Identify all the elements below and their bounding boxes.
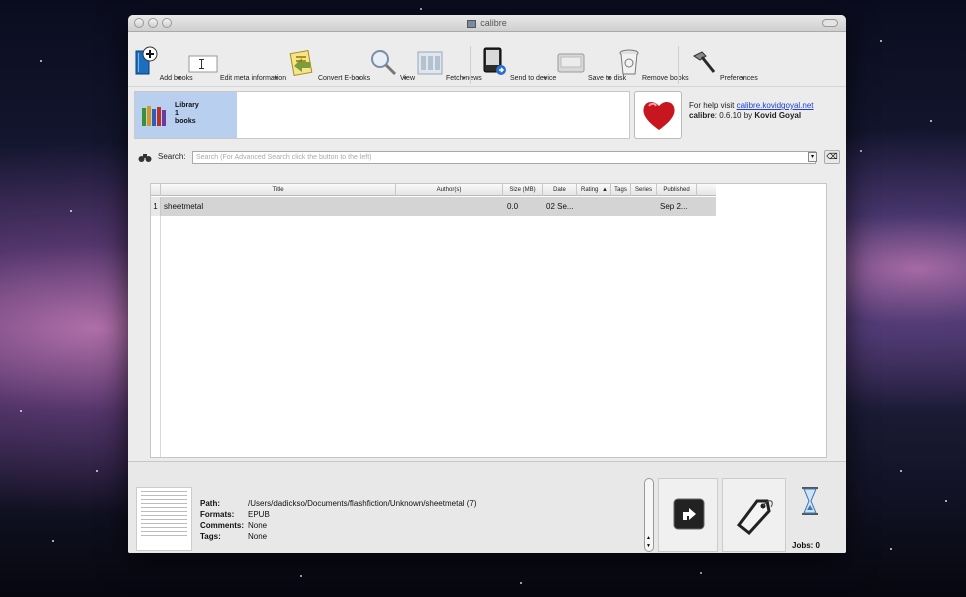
zoom-window-button[interactable] bbox=[162, 18, 172, 28]
library-view: Library 1 books bbox=[134, 91, 630, 139]
row-number: 1 bbox=[151, 197, 161, 216]
calibre-window: calibre Add books ▼ Edit meta informatio… bbox=[128, 15, 846, 553]
help-text: For help visit calibre.kovidgoyal.net ca… bbox=[689, 101, 814, 120]
text-cursor-icon bbox=[188, 55, 218, 73]
convert-dropdown[interactable]: ▼ bbox=[356, 76, 362, 82]
ebook-reader-icon bbox=[483, 47, 506, 75]
fetch-news-dropdown[interactable]: ▼ bbox=[461, 76, 467, 82]
tag-icon bbox=[736, 499, 773, 535]
cell-title: sheetmetal bbox=[164, 202, 204, 211]
cell-series bbox=[633, 197, 657, 216]
search-bar: Search: Search (For Advanced Search clic… bbox=[136, 150, 840, 165]
save-to-disk-button[interactable]: Save to disk bbox=[556, 48, 626, 82]
view-dropdown[interactable]: ▼ bbox=[402, 76, 408, 82]
magnifier-icon bbox=[371, 50, 397, 76]
details-scrollbar[interactable]: ▲ ▼ bbox=[644, 478, 654, 552]
preferences-dropdown[interactable]: ▼ bbox=[740, 76, 746, 82]
donate-button[interactable] bbox=[634, 91, 682, 139]
jobs-indicator[interactable]: Jobs: 0 bbox=[790, 478, 830, 552]
main-toolbar: Add books ▼ Edit meta information ▼ Conv… bbox=[128, 32, 846, 87]
hammer-icon bbox=[693, 51, 716, 73]
comments-value: None bbox=[248, 521, 268, 530]
add-books-button[interactable]: Add books bbox=[132, 46, 193, 82]
view-button[interactable]: View bbox=[368, 48, 415, 82]
library-unit: books bbox=[175, 118, 196, 125]
calibre-app-icon bbox=[467, 19, 477, 28]
path-value[interactable]: /Users/dadickso/Documents/flashfiction/U… bbox=[248, 499, 477, 508]
cell-authors bbox=[398, 197, 503, 216]
column-published[interactable]: Published bbox=[657, 184, 697, 196]
convert-ebooks-button[interactable]: Convert E-books bbox=[288, 48, 370, 82]
books-table: Title Author(s) Size (MB) Date Rating ▲ T… bbox=[150, 183, 827, 458]
library-selector[interactable]: Library 1 books bbox=[135, 92, 237, 138]
window-title: calibre bbox=[480, 18, 507, 28]
toolbar-separator bbox=[678, 46, 679, 84]
column-title[interactable]: Title bbox=[161, 184, 396, 196]
tags-label: Tags: bbox=[200, 532, 221, 541]
column-rating[interactable]: Rating ▲ bbox=[577, 184, 611, 196]
tags-value: None bbox=[248, 532, 268, 541]
minimize-window-button[interactable] bbox=[148, 18, 158, 28]
title-bar[interactable]: calibre bbox=[128, 15, 846, 32]
add-books-dropdown[interactable]: ▼ bbox=[176, 76, 182, 82]
library-title: Library bbox=[175, 102, 199, 109]
sort-ascending-icon: ▲ bbox=[602, 187, 608, 193]
send-to-device-button[interactable]: Send to device bbox=[480, 46, 556, 82]
cell-rating bbox=[579, 197, 611, 216]
remove-books-button[interactable]: Remove books bbox=[618, 48, 689, 82]
path-label: Path: bbox=[200, 499, 220, 508]
open-book-arrow-icon bbox=[673, 498, 705, 530]
row-gutter bbox=[151, 216, 161, 457]
save-to-disk-dropdown[interactable]: ▼ bbox=[606, 76, 612, 82]
search-history-dropdown[interactable]: ▾ bbox=[808, 152, 817, 162]
library-books-icon bbox=[142, 106, 166, 126]
book-details-panel: Path: /Users/dadickso/Documents/flashfict… bbox=[128, 461, 846, 553]
book-info-button[interactable] bbox=[658, 478, 718, 552]
jobs-count: Jobs: 0 bbox=[792, 541, 821, 550]
clear-search-button[interactable]: ⌫ bbox=[824, 150, 840, 164]
heart-icon bbox=[643, 101, 675, 130]
hourglass-icon bbox=[802, 487, 818, 515]
column-tags[interactable]: Tags bbox=[611, 184, 631, 196]
convert-icon bbox=[289, 50, 313, 76]
edit-meta-button[interactable]: Edit meta information bbox=[188, 52, 286, 82]
search-input[interactable]: Search (For Advanced Search click the bu… bbox=[192, 151, 816, 164]
preferences-button[interactable]: Preferences bbox=[688, 48, 758, 82]
toolbar-toggle-button[interactable] bbox=[822, 19, 838, 27]
hard-disk-icon bbox=[557, 53, 585, 73]
fetch-news-button[interactable]: Fetch news bbox=[416, 50, 482, 82]
search-label: Search: bbox=[158, 152, 186, 161]
cell-tags bbox=[613, 197, 631, 216]
cell-date: 02 Se... bbox=[546, 202, 574, 211]
table-header: Title Author(s) Size (MB) Date Rating ▲ T… bbox=[151, 184, 716, 196]
newspaper-icon bbox=[417, 51, 443, 75]
book-info: Path: /Users/dadickso/Documents/flashfict… bbox=[200, 498, 477, 542]
comments-label: Comments: bbox=[200, 521, 245, 530]
trash-icon bbox=[619, 49, 639, 75]
formats-value[interactable]: EPUB bbox=[248, 510, 270, 519]
formats-label: Formats: bbox=[200, 510, 235, 519]
cell-size: 0.0 bbox=[507, 202, 519, 211]
tag-editor-button[interactable] bbox=[722, 478, 786, 552]
edit-meta-dropdown[interactable]: ▼ bbox=[273, 76, 279, 82]
cell-published: Sep 2... bbox=[660, 202, 688, 211]
column-series[interactable]: Series bbox=[631, 184, 657, 196]
column-date[interactable]: Date bbox=[543, 184, 577, 196]
book-cover-thumbnail[interactable] bbox=[136, 487, 192, 551]
column-size[interactable]: Size (MB) bbox=[503, 184, 543, 196]
column-authors[interactable]: Author(s) bbox=[396, 184, 503, 196]
library-count: 1 bbox=[175, 110, 179, 117]
table-row[interactable]: sheetmetal 0.0 02 Se... Sep 2... bbox=[161, 197, 716, 216]
send-to-device-dropdown[interactable]: ▼ bbox=[542, 76, 548, 82]
toolbar-separator bbox=[470, 46, 471, 84]
add-book-icon bbox=[135, 46, 158, 75]
advanced-search-binoculars-icon[interactable] bbox=[138, 152, 152, 163]
close-window-button[interactable] bbox=[134, 18, 144, 28]
help-link[interactable]: calibre.kovidgoyal.net bbox=[737, 101, 814, 110]
